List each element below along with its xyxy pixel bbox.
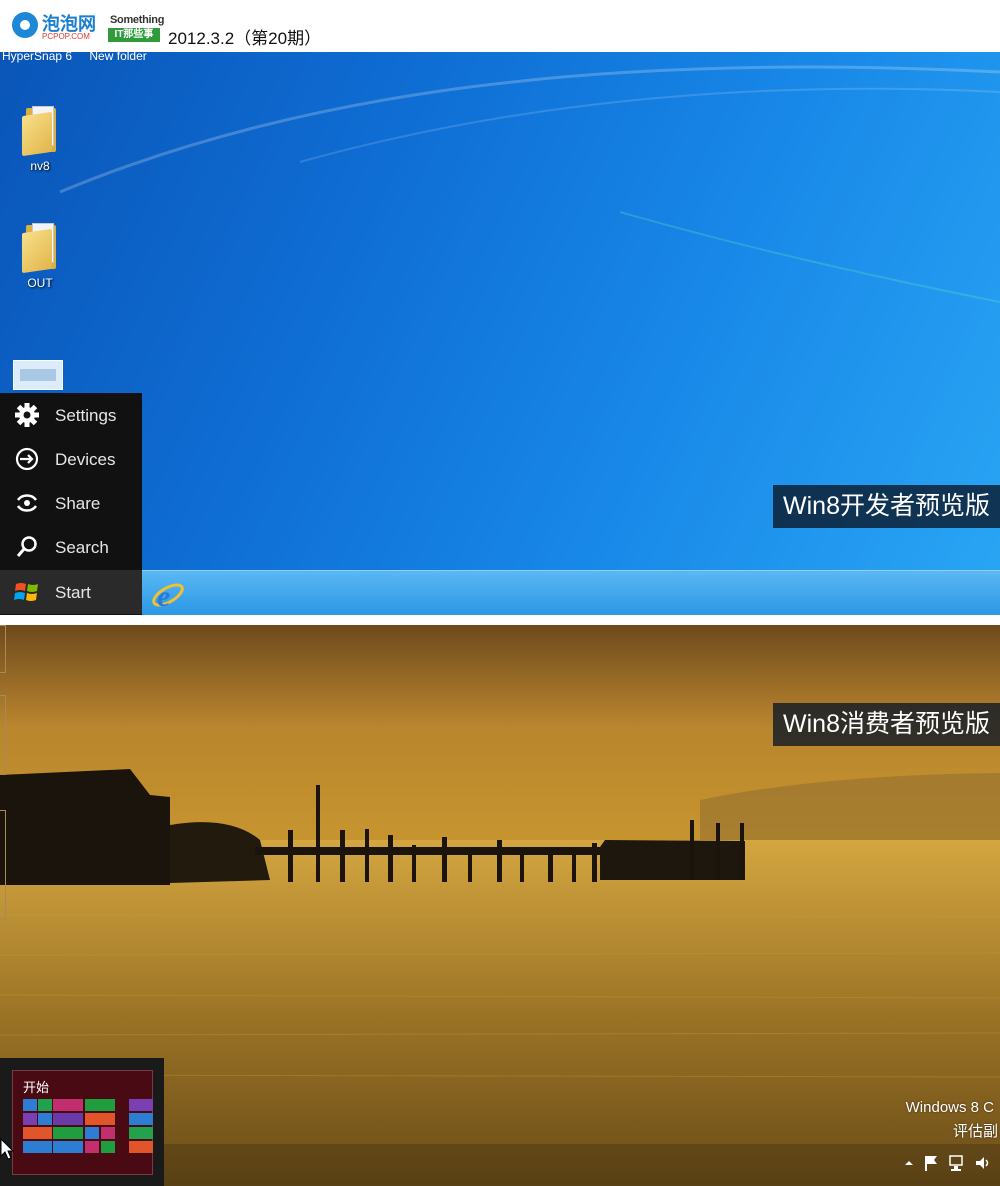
tile (129, 1099, 153, 1111)
left-window-edge (0, 625, 8, 925)
taskbar (164, 1144, 1000, 1186)
system-tray (900, 1153, 1000, 1177)
column-logo-top: Something (110, 14, 165, 26)
desktop-icon-nv8[interactable]: nv8 (5, 104, 75, 173)
evaluation-copy-watermark: 评估副 (952, 1123, 998, 1140)
tile (23, 1127, 52, 1139)
pcpop-logo-icon (12, 12, 38, 38)
taskbar: e (142, 570, 1000, 615)
tile (53, 1127, 83, 1139)
windows-logo-icon (14, 583, 38, 601)
developer-preview-caption: Win8开发者预览版 (773, 485, 1000, 528)
action-center-flag-icon[interactable] (922, 1153, 940, 1173)
tile (101, 1127, 115, 1139)
charms-bar: Settings Devices Share Search Start (0, 393, 142, 615)
start-tiles (23, 1099, 153, 1169)
desktop-icon-label: OUT (27, 276, 53, 290)
page-header: 泡泡网 PCPOP.COM Something IT那些事 2012.3.2（第… (0, 0, 1000, 52)
desktop-label-hypersnap[interactable]: HyperSnap 6 (2, 52, 72, 63)
show-hidden-icons-arrow[interactable] (900, 1153, 918, 1173)
column-logo: Something IT那些事 (108, 14, 165, 44)
charm-search[interactable]: Search (0, 525, 142, 569)
charm-start[interactable]: Start (0, 570, 142, 614)
column-logo-bottom: IT那些事 (108, 28, 160, 42)
share-icon (16, 494, 38, 512)
folder-icon (22, 221, 58, 274)
network-icon[interactable] (948, 1153, 966, 1173)
svg-text:e: e (157, 580, 170, 613)
tile (38, 1099, 52, 1111)
tile (23, 1141, 52, 1153)
tile (85, 1099, 115, 1111)
tile (53, 1099, 83, 1111)
consumer-preview-screenshot: Win8消费者预览版 开始 Windows 8 C 评估副 (0, 625, 1000, 1186)
desktop-top-labels: HyperSnap 6 New folder (2, 52, 161, 63)
charm-label: Start (55, 583, 91, 602)
windows-version-watermark: Windows 8 C (905, 1099, 994, 1116)
search-icon (16, 536, 37, 557)
charm-settings[interactable]: Settings (0, 393, 142, 437)
tile (101, 1141, 115, 1153)
gear-icon (15, 403, 39, 427)
tile (85, 1127, 99, 1139)
internet-explorer-icon[interactable]: e (148, 573, 186, 613)
tile (53, 1141, 83, 1153)
developer-preview-screenshot: HyperSnap 6 New folder nv8 OUT Settings … (0, 52, 1000, 615)
start-label: 开始 (23, 1080, 50, 1095)
desktop-label-new-folder[interactable]: New folder (89, 52, 146, 63)
separator (0, 615, 1000, 625)
tile (23, 1099, 37, 1111)
logo-subtitle: PCPOP.COM (42, 32, 90, 41)
tile (85, 1113, 115, 1125)
pcpop-logo: 泡泡网 PCPOP.COM (12, 10, 100, 44)
desktop-icon-screenshot-thumbnail[interactable] (13, 360, 63, 390)
start-screen-thumbnail[interactable]: 开始 (0, 1058, 164, 1186)
folder-icon (22, 104, 58, 157)
tile (38, 1113, 52, 1125)
volume-icon[interactable] (974, 1153, 992, 1173)
charm-label: Devices (55, 450, 116, 469)
desktop-icon-out[interactable]: OUT (5, 221, 75, 290)
devices-icon (15, 447, 39, 471)
desktop-icon-label: nv8 (30, 159, 50, 173)
mouse-cursor-icon (0, 1138, 14, 1160)
consumer-preview-caption: Win8消费者预览版 (773, 703, 1000, 746)
tile (53, 1113, 83, 1125)
tile (129, 1127, 153, 1139)
charm-label: Settings (55, 406, 117, 425)
charm-devices[interactable]: Devices (0, 437, 142, 481)
tile (85, 1141, 99, 1153)
tile (23, 1113, 37, 1125)
issue-date: 2012.3.2（第20期） (168, 29, 322, 48)
charm-label: Share (55, 494, 101, 513)
tile (129, 1113, 153, 1125)
charm-label: Search (55, 538, 109, 557)
tile (129, 1141, 153, 1153)
start-screen-preview: 开始 (12, 1070, 153, 1175)
charm-share[interactable]: Share (0, 481, 142, 525)
desktop-wallpaper-swoosh (59, 65, 1000, 303)
